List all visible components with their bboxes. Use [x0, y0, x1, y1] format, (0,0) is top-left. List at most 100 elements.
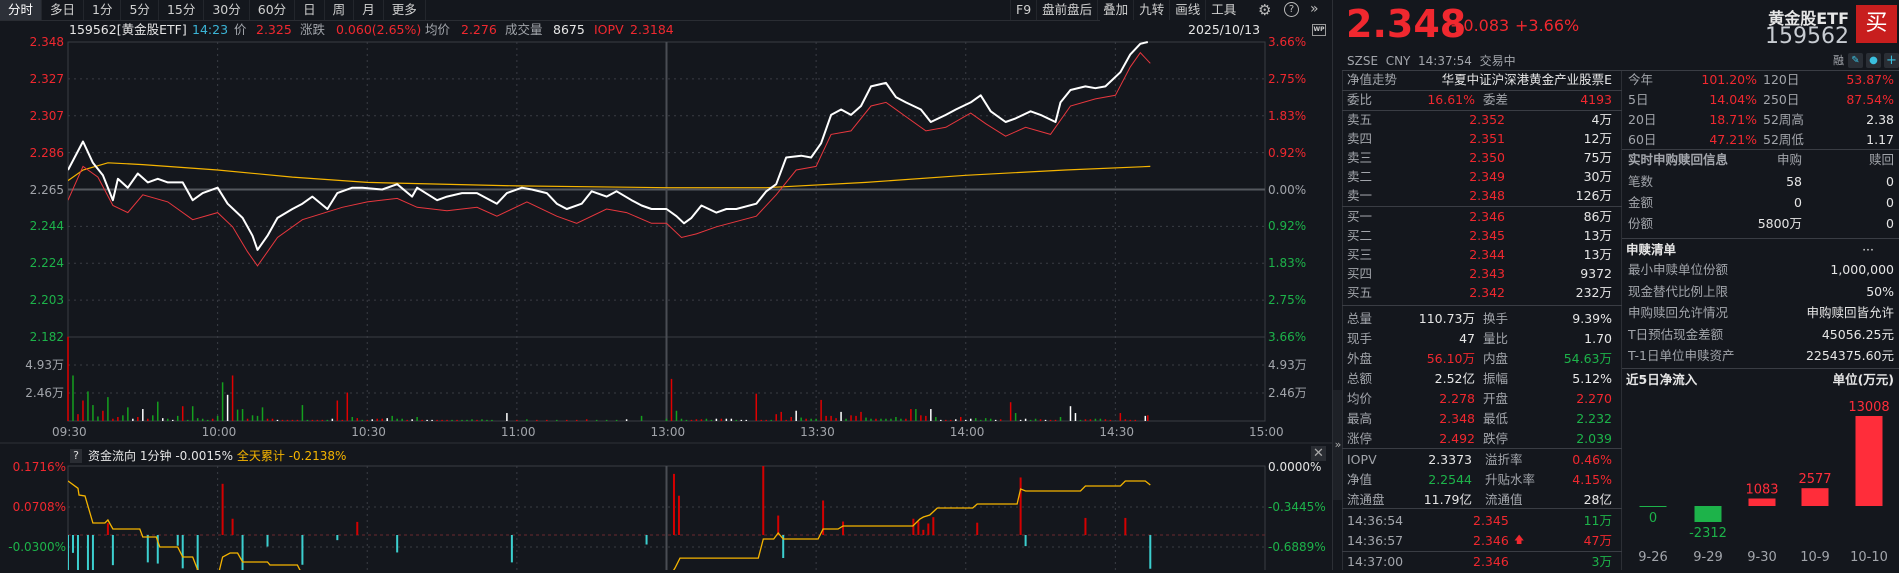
- stat-label: 振幅: [1483, 371, 1509, 386]
- volume-bar: [920, 415, 922, 421]
- bid-row[interactable]: 买一 2.346 86万: [1342, 208, 1622, 227]
- nav-trend-link[interactable]: 净值走势: [1347, 71, 1397, 89]
- ask-row[interactable]: 卖五 2.352 4万: [1342, 111, 1622, 130]
- volume-bar: [994, 419, 997, 421]
- creation-col-redeem: 赎回: [1868, 152, 1894, 167]
- inflow-value-label: -2312: [1689, 526, 1727, 541]
- ask-row[interactable]: 卖二 2.349 30万: [1342, 168, 1622, 187]
- stats-row: 现手 47 量比 1.70: [1342, 330, 1622, 350]
- weidiff-value: 4193: [1580, 92, 1612, 107]
- creation-title: 实时申购赎回信息: [1628, 152, 1729, 167]
- ask-row[interactable]: 卖三 2.350 75万: [1342, 149, 1622, 168]
- level-quantity: 86万: [1583, 209, 1612, 224]
- volume-bar: [461, 419, 463, 421]
- time-axis-label: 13:00: [650, 425, 686, 439]
- volume-bar: [885, 418, 887, 421]
- stat-label: 开盘: [1483, 391, 1509, 406]
- stat-value: 2.270: [1576, 391, 1612, 406]
- divider: [1622, 149, 1899, 150]
- add-watchlist-plus-icon[interactable]: +: [1884, 53, 1899, 68]
- pcf-more-button[interactable]: ···: [1862, 241, 1874, 259]
- volume-bar: [226, 394, 229, 421]
- volume-bar: [381, 418, 383, 421]
- alert-bell-icon[interactable]: ●: [1866, 53, 1881, 68]
- creation-subscribe-value: 5800万: [1757, 216, 1802, 231]
- period-label: 今年: [1628, 72, 1654, 87]
- intraday-chart[interactable]: [0, 0, 1332, 570]
- stat-value: 11.79亿: [1423, 492, 1472, 507]
- volume-bar: [880, 418, 882, 421]
- volume-bar: [476, 419, 478, 421]
- creation-redeem-value: 0: [1886, 195, 1894, 210]
- close-flow-panel-icon[interactable]: ✕: [1311, 446, 1326, 461]
- flow-help-button[interactable]: ?: [70, 449, 82, 463]
- flow-cum-axis-label: -0.3445%: [1268, 500, 1326, 514]
- volume-bar: [775, 414, 777, 421]
- volume-bar: [785, 419, 787, 421]
- volume-bar: [830, 415, 832, 421]
- level-label: 买一: [1347, 209, 1373, 224]
- volume-bar: [446, 419, 448, 421]
- flow-cum-label: 全天累计: [236, 449, 285, 463]
- bid-row[interactable]: 买三 2.344 13万: [1342, 246, 1622, 265]
- price-axis-label: 2.203: [29, 293, 64, 308]
- stat-label: 流通值: [1485, 492, 1523, 507]
- price-axis-label: 2.182: [29, 330, 64, 344]
- iopv_rows-row: 净值 2.2544 升贴水率 4.15%: [1342, 471, 1622, 491]
- period-return: 47.21%: [1709, 132, 1757, 147]
- volume-bar: [186, 419, 189, 421]
- period-return: 2.38: [1866, 112, 1894, 127]
- flow-inflow-bar: [922, 529, 925, 535]
- volume-axis-label: 4.93万: [25, 358, 64, 372]
- period-return: 53.87%: [1846, 72, 1894, 87]
- volume-bar: [72, 375, 74, 421]
- volume-bar: [979, 419, 982, 421]
- volume-bar: [276, 419, 279, 421]
- volume-bar: [945, 419, 947, 421]
- level-price: 2.342: [1469, 285, 1505, 300]
- stat-label: 最高: [1347, 411, 1373, 426]
- volume-bar: [810, 418, 812, 421]
- volume-bar: [1134, 419, 1137, 421]
- level-label: 卖五: [1347, 112, 1373, 127]
- level-quantity: 13万: [1583, 247, 1612, 262]
- margin-badge[interactable]: 融: [1833, 52, 1844, 68]
- pcf-row-value: 2254375.60元: [1805, 348, 1894, 363]
- bid-row[interactable]: 买五 2.342 232万: [1342, 284, 1622, 303]
- volume-bar: [805, 418, 807, 421]
- divider: [1622, 368, 1899, 369]
- stat-value: 2.348: [1439, 411, 1475, 426]
- buy-button[interactable]: 买: [1856, 5, 1897, 43]
- edit-pencil-icon[interactable]: ✎: [1848, 53, 1863, 68]
- volume-bar: [765, 419, 767, 421]
- volume-bar: [391, 415, 393, 421]
- stats-row: 涨停 2.492 跌停 2.039: [1342, 430, 1622, 450]
- volume-bar: [974, 418, 977, 421]
- market-status-line: SZSE CNY 14:37:54 交易中: [1347, 52, 1516, 70]
- level-quantity: 30万: [1583, 169, 1612, 184]
- volume-bar: [336, 400, 339, 421]
- volume-bar: [256, 415, 259, 421]
- bid-row[interactable]: 买二 2.345 13万: [1342, 227, 1622, 246]
- volume-bar: [356, 418, 359, 421]
- volume-bar: [735, 419, 738, 421]
- volume-bar: [206, 419, 209, 421]
- bid-row[interactable]: 买四 2.343 9372: [1342, 265, 1622, 284]
- volume-bar: [890, 418, 892, 421]
- price-axis-label: 2.265: [29, 182, 64, 197]
- volume-bar: [271, 418, 274, 421]
- quote-time: 14:37:54: [1418, 54, 1472, 68]
- inflow-value-label: 2577: [1798, 472, 1831, 487]
- period-label: 5日: [1628, 92, 1649, 107]
- flow-inflow-bar: [932, 517, 935, 535]
- ask-row[interactable]: 卖四 2.351 12万: [1342, 130, 1622, 149]
- period-label: 60日: [1628, 132, 1657, 147]
- flow-outflow-bar: [68, 535, 69, 570]
- stat-value: 2.2544: [1428, 472, 1472, 487]
- volume-bar: [286, 419, 289, 421]
- volume-bar: [625, 419, 628, 421]
- ask-row[interactable]: 卖一 2.348 126万: [1342, 187, 1622, 206]
- time-axis-label: 14:00: [949, 425, 985, 439]
- trade-price: 2.345: [1473, 513, 1509, 528]
- price-change: +0.083: [1450, 16, 1510, 35]
